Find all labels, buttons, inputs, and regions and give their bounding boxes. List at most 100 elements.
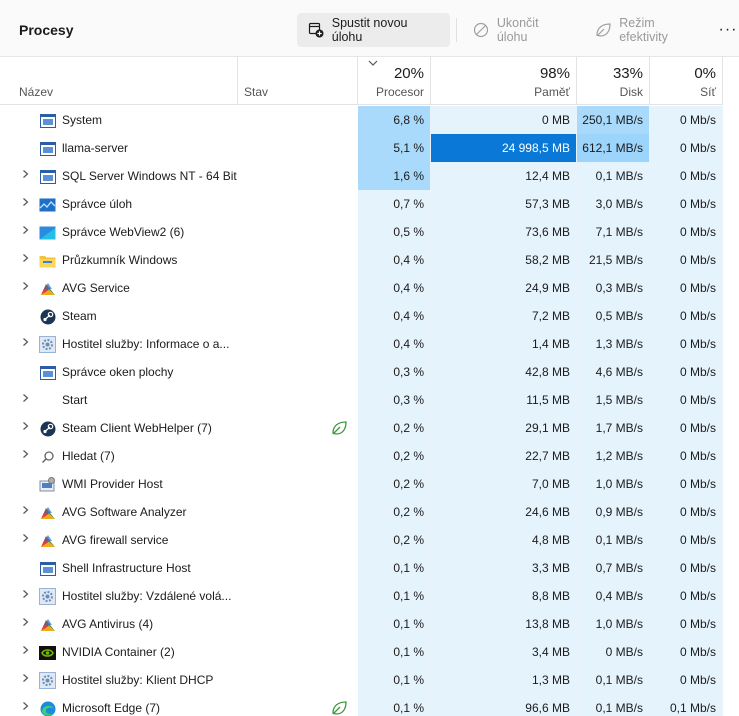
process-cpu-cell: 0,1 %: [358, 638, 431, 666]
process-row[interactable]: Průzkumník Windows 0,4 % 58,2 MB 21,5 MB/s 0…: [0, 246, 739, 274]
process-name: Správce úloh: [62, 197, 133, 211]
process-status-cell: [238, 218, 358, 246]
process-net-cell: 0 Mb/s: [650, 582, 723, 610]
process-cpu-cell: 5,1 %: [358, 134, 431, 162]
process-row[interactable]: WMI Provider Host 0,2 % 7,0 MB 1,0 MB/s 0 Mb…: [0, 470, 739, 498]
process-status-cell: [238, 638, 358, 666]
process-mem-cell: 57,3 MB: [431, 190, 577, 218]
column-header-cpu[interactable]: 20% Procesor: [358, 57, 431, 105]
process-disk-cell: 0,5 MB/s: [577, 302, 650, 330]
process-disk-cell: 0,1 MB/s: [577, 694, 650, 716]
process-row[interactable]: Microsoft Edge (7) 0,1 % 96,6 MB 0,1 MB/s 0,…: [0, 694, 739, 716]
process-mem-cell: 24,6 MB: [431, 498, 577, 526]
process-status-cell: [238, 414, 358, 442]
process-row[interactable]: Shell Infrastructure Host 0,1 % 3,3 MB 0,7 …: [0, 554, 739, 582]
process-name: Hostitel služby: Klient DHCP: [62, 673, 214, 687]
process-row[interactable]: Správce WebView2 (6) 0,5 % 73,6 MB 7,1 MB/s…: [0, 218, 739, 246]
expand-chevron-icon[interactable]: [20, 169, 30, 182]
expand-chevron-icon[interactable]: [20, 225, 30, 238]
page-title: Procesy: [19, 22, 74, 38]
column-header-name[interactable]: Název: [0, 57, 238, 105]
process-mem-cell: 7,0 MB: [431, 470, 577, 498]
process-mem-cell: 1,4 MB: [431, 330, 577, 358]
process-disk-cell: 0,9 MB/s: [577, 498, 650, 526]
column-header-status[interactable]: Stav: [238, 57, 358, 105]
efficiency-mode-button[interactable]: Režim efektivity: [585, 13, 713, 47]
process-name-cell: Steam: [0, 302, 238, 330]
expand-chevron-icon[interactable]: [20, 701, 30, 714]
memory-total: 98%: [539, 65, 570, 82]
process-name-cell: System: [0, 106, 238, 134]
process-name: SQL Server Windows NT - 64 Bit: [62, 169, 237, 183]
process-mem-cell: 24,9 MB: [431, 274, 577, 302]
expand-chevron-icon[interactable]: [20, 449, 30, 462]
search-icon: [39, 448, 56, 465]
window-icon: [39, 168, 56, 185]
column-header-disk[interactable]: 33% Disk: [577, 57, 650, 105]
expand-chevron-icon[interactable]: [20, 337, 30, 350]
process-mem-cell: 42,8 MB: [431, 358, 577, 386]
expand-chevron-icon[interactable]: [20, 281, 30, 294]
process-row[interactable]: AVG firewall service 0,2 % 4,8 MB 0,1 MB/s 0…: [0, 526, 739, 554]
run-new-task-label: Spustit novou úlohu: [331, 16, 408, 44]
process-name-cell: Průzkumník Windows: [0, 246, 238, 274]
process-name-cell: AVG Antivirus (4): [0, 610, 238, 638]
process-net-cell: 0 Mb/s: [650, 442, 723, 470]
process-cpu-cell: 1,6 %: [358, 162, 431, 190]
process-row[interactable]: AVG Software Analyzer 0,2 % 24,6 MB 0,9 MB/…: [0, 498, 739, 526]
process-row[interactable]: AVG Service 0,4 % 24,9 MB 0,3 MB/s 0 Mb/s: [0, 274, 739, 302]
expand-chevron-icon[interactable]: [20, 197, 30, 210]
expand-chevron-icon[interactable]: [20, 645, 30, 658]
process-cpu-cell: 0,1 %: [358, 694, 431, 716]
process-status-cell: [238, 610, 358, 638]
process-row[interactable]: Správce úloh 0,7 % 57,3 MB 3,0 MB/s 0 Mb/s: [0, 190, 739, 218]
process-disk-cell: 1,0 MB/s: [577, 470, 650, 498]
steam-icon: [39, 420, 56, 437]
expand-chevron-icon[interactable]: [20, 533, 30, 546]
process-cpu-cell: 0,2 %: [358, 498, 431, 526]
process-disk-cell: 1,5 MB/s: [577, 386, 650, 414]
process-row[interactable]: NVIDIA Container (2) 0,1 % 3,4 MB 0 MB/s 0 M…: [0, 638, 739, 666]
process-name-cell: AVG Software Analyzer: [0, 498, 238, 526]
process-row[interactable]: Steam Client WebHelper (7) 0,2 % 29,1 MB 1,…: [0, 414, 739, 442]
process-row[interactable]: Hostitel služby: Informace o a... 0,4 % 1,…: [0, 330, 739, 358]
process-row[interactable]: Správce oken plochy 0,3 % 42,8 MB 4,6 MB/s 0…: [0, 358, 739, 386]
process-row[interactable]: Hostitel služby: Klient DHCP 0,1 % 1,3 MB 0…: [0, 666, 739, 694]
process-cpu-cell: 0,1 %: [358, 554, 431, 582]
more-options-button[interactable]: ···: [717, 13, 739, 47]
expand-chevron-icon[interactable]: [20, 589, 30, 602]
run-new-task-button[interactable]: Spustit novou úlohu: [297, 13, 450, 47]
expand-chevron-icon[interactable]: [20, 393, 30, 406]
process-cpu-cell: 0,7 %: [358, 190, 431, 218]
process-row[interactable]: AVG Antivirus (4) 0,1 % 13,8 MB 1,0 MB/s 0 M…: [0, 610, 739, 638]
process-disk-cell: 250,1 MB/s: [577, 106, 650, 134]
process-name: Hostitel služby: Vzdálené volá...: [62, 589, 232, 603]
expand-chevron-icon[interactable]: [20, 505, 30, 518]
expand-chevron-icon[interactable]: [20, 421, 30, 434]
process-row[interactable]: llama-server 5,1 % 24 998,5 MB 612,1 MB/s 0 …: [0, 134, 739, 162]
process-mem-cell: 22,7 MB: [431, 442, 577, 470]
edge-icon: [39, 700, 56, 716]
scrollbar[interactable]: [733, 106, 739, 716]
process-row[interactable]: SQL Server Windows NT - 64 Bit 1,6 % 12,4 …: [0, 162, 739, 190]
process-cpu-cell: 6,8 %: [358, 106, 431, 134]
process-mem-cell: 8,8 MB: [431, 582, 577, 610]
column-header-network[interactable]: 0% Síť: [650, 57, 723, 105]
process-net-cell: 0 Mb/s: [650, 638, 723, 666]
process-net-cell: 0 Mb/s: [650, 666, 723, 694]
process-row[interactable]: Hledat (7) 0,2 % 22,7 MB 1,2 MB/s 0 Mb/s: [0, 442, 739, 470]
expand-chevron-icon[interactable]: [20, 673, 30, 686]
leaf-icon: [595, 21, 612, 39]
expand-chevron-icon[interactable]: [20, 617, 30, 630]
expand-chevron-icon[interactable]: [20, 253, 30, 266]
process-row[interactable]: Start 0,3 % 11,5 MB 1,5 MB/s 0 Mb/s: [0, 386, 739, 414]
process-status-cell: [238, 274, 358, 302]
process-row[interactable]: System 6,8 % 0 MB 250,1 MB/s 0 Mb/s: [0, 106, 739, 134]
column-header-memory[interactable]: 98% Paměť: [431, 57, 577, 105]
end-task-button[interactable]: Ukončit úlohu: [462, 13, 582, 47]
process-row[interactable]: Steam 0,4 % 7,2 MB 0,5 MB/s 0 Mb/s: [0, 302, 739, 330]
process-mem-cell: 4,8 MB: [431, 526, 577, 554]
process-mem-cell: 3,3 MB: [431, 554, 577, 582]
process-net-cell: 0 Mb/s: [650, 414, 723, 442]
process-row[interactable]: Hostitel služby: Vzdálené volá... 0,1 % 8,…: [0, 582, 739, 610]
